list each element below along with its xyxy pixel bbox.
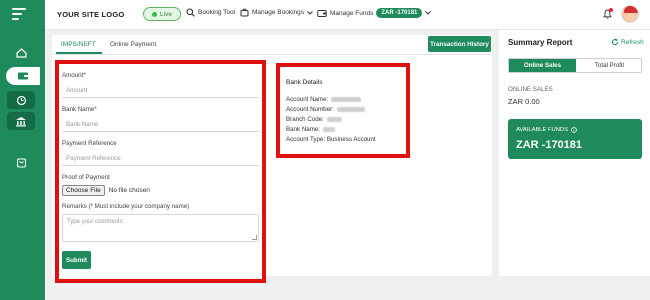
redacted-value [331, 97, 362, 102]
online-sales-label: ONLINE SALES [508, 86, 553, 93]
chevron-down-icon [307, 10, 313, 15]
bank-name-label: Bank Name* [62, 106, 97, 113]
summary-panel: Summary Report Refresh Online Sales Tota… [499, 30, 650, 276]
redacted-value [326, 117, 342, 122]
refresh-icon [612, 38, 619, 46]
remarks-label: Remarks (* Must include your company nam… [62, 203, 190, 210]
bank-name-field[interactable]: Bank Name [62, 118, 259, 132]
account-number-label: Account Number: [286, 106, 334, 113]
available-funds-label-row: AVAILABLE FUNDS [516, 127, 577, 133]
segment-total-profit[interactable]: Total Profit [576, 59, 643, 72]
notification-dot [609, 8, 613, 12]
payment-reference-field[interactable]: Payment Reference [62, 152, 259, 166]
resize-handle-icon[interactable] [252, 235, 257, 240]
tab-online-payment[interactable]: Online Payment [110, 41, 156, 48]
nav-manage-bookings[interactable]: Manage Bookings [240, 8, 313, 17]
online-sales-value: ZAR 0.00 [508, 97, 540, 106]
amount-field[interactable]: Amount [62, 84, 259, 98]
menu-icon[interactable] [12, 8, 26, 23]
branch-code-label: Branch Code: [286, 116, 324, 123]
remarks-placeholder: Type your comments [67, 219, 123, 225]
top-bar: YOUR SITE LOGO Live Booking Tool Manage … [45, 0, 650, 30]
sidebar [0, 0, 45, 300]
redacted-value [336, 107, 365, 112]
bank-details-panel: Bank Details Account Name: Account Numbe… [276, 63, 410, 158]
available-funds-card: AVAILABLE FUNDS ZAR -170181 [508, 119, 642, 159]
account-name-label: Account Name: [286, 96, 329, 103]
summary-title: Summary Report [508, 38, 573, 47]
info-icon[interactable] [571, 127, 577, 133]
remarks-textarea[interactable]: Type your comments [62, 214, 259, 242]
refresh-button[interactable]: Refresh [611, 38, 644, 46]
site-logo[interactable]: YOUR SITE LOGO [57, 10, 124, 19]
branch-code-row: Branch Code: [286, 116, 342, 123]
live-status-toggle[interactable]: Live [143, 7, 181, 21]
redacted-value [323, 127, 336, 132]
submit-button[interactable]: Submit [62, 251, 91, 269]
bank-details-title: Bank Details [286, 79, 323, 86]
nav-booking-tool-label: Booking Tool [198, 9, 236, 16]
payment-form: Amount* Amount Bank Name* Bank Name Paym… [55, 60, 266, 283]
live-label: Live [160, 10, 172, 18]
funds-badge: ZAR -170181 [376, 8, 423, 18]
no-file-text: No file chosen [108, 187, 150, 194]
funds-icon [317, 9, 327, 17]
chevron-down-icon [425, 11, 432, 15]
nav-manage-funds[interactable]: Manage Funds ZAR -170181 [317, 8, 432, 18]
nav-booking-tool[interactable]: Booking Tool [186, 8, 235, 17]
transaction-history-button[interactable]: Transaction History [428, 36, 491, 52]
search-icon [186, 8, 195, 17]
history-icon[interactable] [7, 91, 35, 109]
account-number-row: Account Number: [286, 106, 365, 113]
notification-bell-icon[interactable] [603, 8, 613, 21]
amount-label: Amount* [62, 72, 86, 79]
proof-of-payment-label: Proof of Payment [62, 174, 110, 181]
tabs-divider [52, 54, 492, 55]
summary-segment-control: Online Sales Total Profit [508, 58, 642, 73]
avatar[interactable] [621, 5, 639, 23]
dashboard-icon[interactable] [7, 44, 35, 62]
account-type-row: Account Type: Business Account [286, 136, 376, 143]
nav-manage-bookings-label: Manage Bookings [252, 9, 305, 16]
refresh-label: Refresh [621, 38, 644, 46]
segment-online-sales[interactable]: Online Sales [509, 59, 576, 72]
bank-name-detail-label: Bank Name: [286, 126, 321, 133]
cart-icon[interactable] [7, 153, 35, 171]
briefcase-icon [240, 8, 249, 17]
tab-imps-neft[interactable]: IMPS/NEFT [61, 41, 96, 48]
wallet-icon[interactable] [6, 67, 40, 85]
payment-reference-label: Payment Reference [62, 140, 117, 147]
live-dot-icon [152, 11, 158, 17]
choose-file-button[interactable]: Choose File [62, 185, 105, 196]
bank-name-row: Bank Name: [286, 126, 336, 133]
file-upload: Choose File No file chosen [62, 185, 150, 196]
nav-manage-funds-label: Manage Funds [330, 9, 374, 17]
available-funds-label: AVAILABLE FUNDS [516, 127, 568, 133]
available-funds-value: ZAR -170181 [516, 139, 583, 151]
bank-icon[interactable] [7, 112, 35, 130]
account-name-row: Account Name: [286, 96, 362, 103]
